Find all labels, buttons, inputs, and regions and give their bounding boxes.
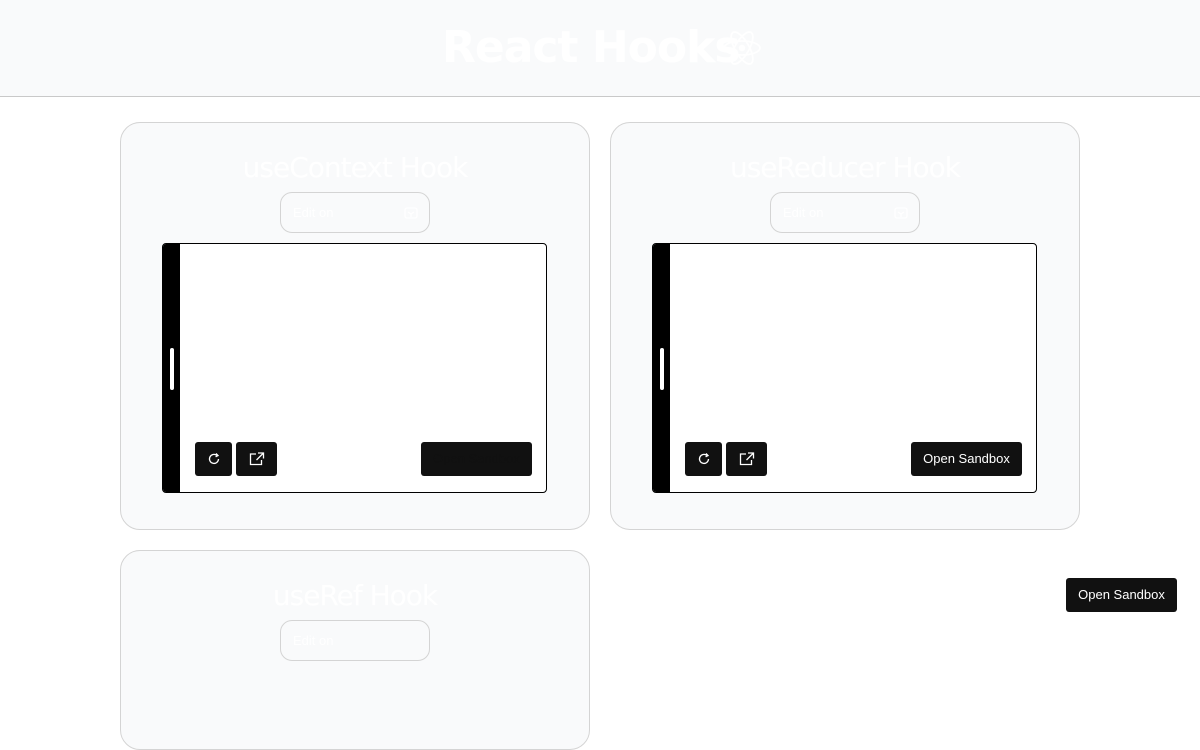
- floating-open-sandbox-button[interactable]: Open Sandbox: [1066, 578, 1177, 612]
- edit-on-sandbox-button[interactable]: Edit on: [280, 192, 430, 233]
- edit-on-sandbox-button[interactable]: Edit on: [770, 192, 920, 233]
- open-new-tab-button[interactable]: [726, 442, 767, 476]
- card-title: useContext Hook: [242, 151, 469, 184]
- sandbox-preview: Open Sandbox: [162, 243, 547, 493]
- open-sandbox-button[interactable]: Open Sandbox: [911, 442, 1022, 476]
- refresh-icon: [698, 453, 709, 465]
- refresh-button[interactable]: [195, 442, 232, 476]
- sandbox-sidebar: [653, 244, 670, 492]
- sandbox-preview: Open Sandbox: [652, 243, 1037, 493]
- card-title: useRef Hook: [272, 579, 438, 612]
- react-logo-icon: [723, 31, 761, 65]
- card-title: useReducer Hook: [729, 151, 961, 184]
- edit-on-sandbox-button[interactable]: Edit on: [280, 620, 430, 661]
- edit-label: Edit on: [783, 205, 824, 220]
- resize-handle[interactable]: [170, 348, 174, 390]
- hook-card-usecontext: useContext Hook Edit on Open Sandbox: [120, 122, 590, 530]
- hook-card-useref: useRef Hook Edit on: [120, 550, 590, 750]
- refresh-button[interactable]: [685, 442, 722, 476]
- edit-label: Edit on: [293, 205, 334, 220]
- codesandbox-icon: [404, 207, 418, 219]
- edit-label: Edit on: [293, 633, 334, 648]
- resize-handle[interactable]: [660, 348, 664, 390]
- external-link-icon: [739, 452, 754, 466]
- external-link-icon: [249, 452, 264, 466]
- page-header: React Hooks: [0, 0, 1200, 97]
- page-title: React Hooks: [442, 22, 741, 73]
- sandbox-sidebar: [163, 244, 180, 492]
- open-new-tab-button[interactable]: [236, 442, 277, 476]
- refresh-icon: [208, 453, 219, 465]
- codesandbox-icon: [894, 207, 908, 219]
- open-sandbox-button[interactable]: Open Sandbox: [421, 442, 532, 476]
- hook-card-usereducer: useReducer Hook Edit on Open Sandbox: [610, 122, 1080, 530]
